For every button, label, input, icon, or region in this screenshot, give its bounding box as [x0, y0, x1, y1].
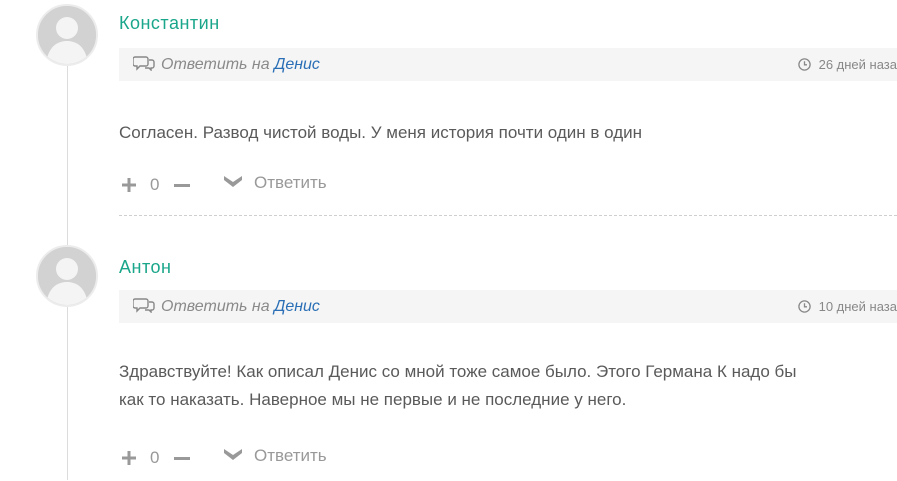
comment-meta-bar: Ответить на Денис 26 дней наза: [119, 48, 897, 81]
comment-text-line: Здравствуйте! Как описал Денис со мной т…: [119, 362, 797, 381]
comment-date: 26 дней наза: [797, 48, 897, 81]
plus-icon[interactable]: [121, 450, 137, 466]
comment-date: 10 дней наза: [797, 290, 897, 323]
avatar: [36, 4, 98, 66]
reply-button[interactable]: Ответить: [222, 173, 327, 193]
reply-to: Ответить на Денис: [133, 290, 320, 323]
comment-meta-bar: Ответить на Денис 10 дней наза: [119, 290, 897, 323]
comment-author[interactable]: Константин: [119, 13, 220, 34]
plus-icon[interactable]: [121, 177, 137, 193]
reply-to-prefix: Ответить на: [161, 298, 270, 315]
speech-bubbles-icon: [133, 298, 155, 313]
reply-button-label: Ответить: [254, 173, 327, 192]
default-avatar-icon: [38, 6, 96, 64]
comment-date-text: 26 дней наза: [818, 57, 897, 72]
comment-date-text: 10 дней наза: [818, 299, 897, 314]
rating-count: 0: [150, 448, 160, 467]
reply-arrow-icon: [224, 448, 242, 460]
comment-text: Согласен. Развод чистой воды. У меня ист…: [119, 119, 897, 147]
comment-divider: [119, 215, 897, 216]
reply-to: Ответить на Денис: [133, 48, 320, 81]
reply-to-prefix: Ответить на: [161, 56, 270, 73]
default-avatar-icon: [38, 247, 96, 305]
minus-icon[interactable]: [174, 184, 190, 188]
rating-count: 0: [150, 175, 160, 194]
clock-icon: [797, 58, 811, 71]
comment-text-line: Согласен. Развод чистой воды. У меня ист…: [119, 123, 643, 142]
speech-bubbles-icon: [133, 56, 155, 71]
comment-text-line: как то наказать. Наверное мы не первые и…: [119, 390, 627, 409]
minus-icon[interactable]: [174, 457, 190, 461]
reply-arrow-icon: [224, 175, 242, 187]
reply-to-author-link[interactable]: Денис: [274, 298, 320, 315]
reply-to-author-link[interactable]: Денис: [274, 56, 320, 73]
avatar: [36, 245, 98, 307]
reply-button[interactable]: Ответить: [222, 446, 327, 466]
comment-author[interactable]: Антон: [119, 257, 171, 278]
reply-button-label: Ответить: [254, 446, 327, 465]
clock-icon: [797, 300, 811, 313]
comment-text: Здравствуйте! Как описал Денис со мной т…: [119, 358, 897, 414]
